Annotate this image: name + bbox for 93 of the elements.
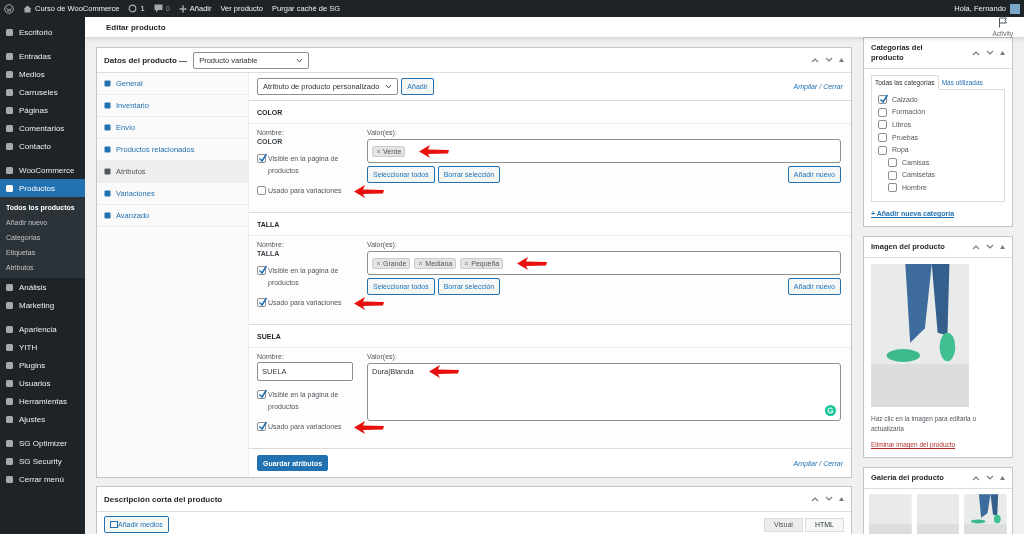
panel-title: Datos del producto —	[104, 55, 188, 65]
checkbox[interactable]	[257, 186, 266, 195]
refresh-icon	[128, 4, 138, 13]
square-icon	[104, 124, 111, 131]
square-icon	[5, 456, 14, 466]
chevron-down-icon[interactable]	[986, 475, 994, 481]
remove-icon[interactable]	[376, 148, 381, 154]
sidebar-item[interactable]: Comentarios	[0, 119, 85, 137]
chevron-down-icon[interactable]	[825, 57, 833, 63]
chevron-up-icon[interactable]	[811, 57, 819, 63]
square-icon	[5, 342, 14, 352]
media-icon	[110, 521, 118, 528]
page-title: Editar producto	[106, 22, 166, 32]
chevron-down-icon[interactable]	[986, 244, 994, 250]
checkbox[interactable]	[888, 158, 897, 168]
triangle-up-icon[interactable]	[839, 497, 844, 501]
sidebar-item[interactable]: WooCommerce	[0, 161, 85, 179]
square-icon	[5, 141, 14, 151]
checkbox[interactable]	[878, 95, 887, 105]
speech-bubble-icon	[153, 4, 163, 13]
remove-icon[interactable]	[376, 260, 381, 266]
square-icon	[5, 51, 14, 61]
checkbox[interactable]	[257, 422, 266, 431]
sidebar-item[interactable]: Carruseles	[0, 83, 85, 101]
square-icon	[5, 105, 14, 115]
square-icon	[5, 414, 14, 424]
caret-icon	[296, 57, 304, 63]
square-icon	[5, 396, 14, 406]
checkbox[interactable]	[257, 154, 266, 163]
square-icon	[5, 324, 14, 334]
home-icon	[23, 4, 32, 13]
sidebar-item[interactable]: Contacto	[0, 137, 85, 155]
checkbox[interactable]	[878, 133, 887, 143]
square-icon	[5, 282, 14, 292]
square-icon	[5, 360, 14, 370]
checkbox[interactable]	[878, 120, 887, 130]
square-icon	[5, 27, 14, 37]
checkbox[interactable]	[888, 183, 897, 193]
square-icon	[5, 165, 14, 175]
square-icon	[5, 378, 14, 388]
square-icon	[5, 123, 14, 133]
caret-icon	[385, 84, 393, 89]
chevron-down-icon[interactable]	[986, 50, 994, 56]
square-icon	[104, 80, 111, 87]
sidebar-item[interactable]: SG Security	[0, 452, 85, 470]
sidebar-item[interactable]: Plugins	[0, 356, 85, 374]
triangle-up-icon[interactable]	[839, 58, 844, 62]
sidebar-item[interactable]: SG Optimizer	[0, 434, 85, 452]
sidebar-item[interactable]: Entradas	[0, 47, 85, 65]
sidebar-item[interactable]: Ajustes	[0, 410, 85, 428]
checkbox[interactable]	[878, 145, 887, 155]
square-icon	[5, 69, 14, 79]
checkbox[interactable]	[878, 107, 887, 117]
checkbox[interactable]	[257, 390, 266, 399]
square-icon	[104, 212, 111, 219]
sidebar-item[interactable]: Productos	[0, 179, 85, 197]
sidebar-item[interactable]: Marketing	[0, 296, 85, 314]
sidebar-item[interactable]: Escritorio	[0, 23, 85, 41]
triangle-up-icon[interactable]	[1000, 476, 1005, 480]
triangle-up-icon[interactable]	[1000, 245, 1005, 249]
chevron-up-icon[interactable]	[972, 50, 980, 56]
square-icon	[104, 168, 111, 175]
square-icon	[104, 146, 111, 153]
square-icon	[104, 102, 111, 109]
sidebar-item[interactable]: Cerrar menú	[0, 470, 85, 488]
square-icon	[5, 183, 14, 193]
flag-icon	[997, 17, 1008, 28]
checkbox[interactable]	[257, 266, 266, 275]
grammar-check-icon[interactable]	[825, 405, 836, 416]
sidebar-item[interactable]: YITH	[0, 338, 85, 356]
plus-icon	[178, 4, 187, 13]
chevron-down-icon[interactable]	[825, 496, 833, 502]
sidebar-item[interactable]: Herramientas	[0, 392, 85, 410]
sidebar-item[interactable]: Análisis	[0, 278, 85, 296]
chevron-up-icon[interactable]	[811, 496, 819, 502]
remove-icon[interactable]	[418, 260, 424, 266]
square-icon	[104, 190, 111, 197]
checkbox[interactable]	[257, 298, 266, 307]
sidebar-item[interactable]: Medios	[0, 65, 85, 83]
sidebar-item[interactable]: Páginas	[0, 101, 85, 119]
sidebar-item[interactable]: Apariencia	[0, 320, 85, 338]
sidebar-item[interactable]: Usuarios	[0, 374, 85, 392]
chevron-up-icon[interactable]	[972, 244, 980, 250]
avatar[interactable]	[1010, 3, 1020, 14]
triangle-up-icon[interactable]	[1000, 51, 1005, 55]
chevron-up-icon[interactable]	[972, 475, 980, 481]
remove-icon[interactable]	[464, 260, 470, 266]
square-icon	[5, 87, 14, 97]
square-icon	[5, 438, 14, 448]
square-icon	[5, 300, 14, 310]
checkbox[interactable]	[888, 170, 897, 180]
panel-title: Descripción corta del producto	[104, 494, 223, 504]
square-icon	[5, 474, 14, 484]
